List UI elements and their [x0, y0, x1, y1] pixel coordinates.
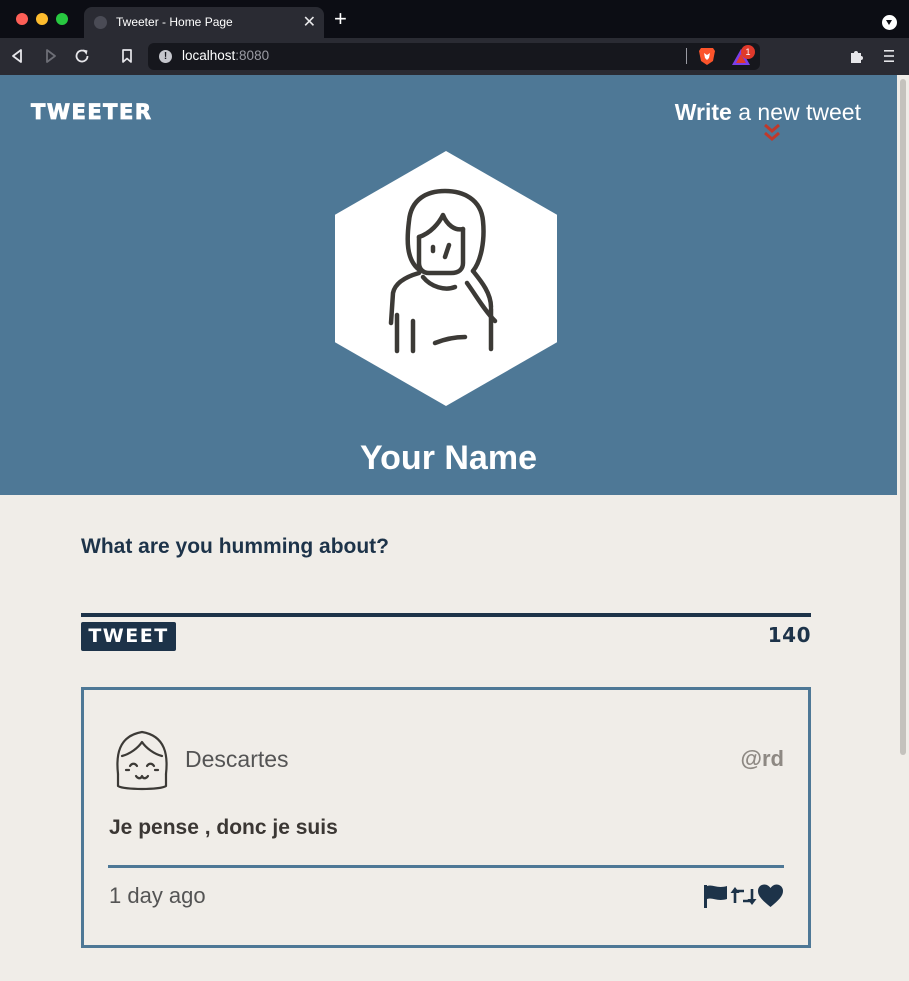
tweet-author-handle[interactable]: @rd: [741, 746, 784, 772]
compose-strong: Write: [674, 99, 732, 125]
tweet-divider: [108, 865, 784, 868]
compose-underline: [81, 613, 811, 617]
brave-shield-icon[interactable]: [698, 46, 716, 66]
tweet-card: Descartes @rd Je pense , donc je suis 1 …: [81, 687, 811, 948]
compose-rest: a new tweet: [731, 99, 861, 125]
hamburger-menu-icon[interactable]: [882, 48, 896, 64]
heart-icon[interactable]: [757, 883, 784, 909]
site-info-icon[interactable]: !: [159, 50, 172, 63]
double-chevron-down-icon[interactable]: [763, 123, 781, 143]
tweet-author-name[interactable]: Descartes: [185, 746, 289, 773]
maximize-window-button[interactable]: [56, 13, 68, 25]
profile-avatar: [335, 151, 557, 406]
flag-icon[interactable]: [703, 883, 730, 909]
tab-search-icon[interactable]: [882, 15, 897, 30]
tab-close-icon[interactable]: ✕: [303, 12, 316, 32]
url-text[interactable]: localhost:8080: [182, 48, 269, 63]
url-port: :8080: [235, 48, 270, 63]
profile-name: Your Name: [360, 439, 537, 477]
url-host: localhost: [182, 48, 236, 63]
puzzle-piece-icon[interactable]: [848, 47, 866, 65]
rewards-badge: 1: [741, 45, 755, 59]
tweet-author-avatar: [116, 730, 168, 791]
tweet-timestamp: 1 day ago: [109, 883, 206, 908]
reload-icon[interactable]: [72, 46, 92, 66]
address-bar[interactable]: ! localhost:8080 1: [148, 43, 760, 70]
tweet-actions: [703, 883, 784, 909]
compose-prompt[interactable]: What are you humming about?: [81, 535, 389, 559]
logo[interactable]: TWEETER: [31, 100, 153, 125]
globe-icon: [94, 16, 107, 29]
forward-icon[interactable]: [40, 46, 60, 66]
close-window-button[interactable]: [16, 13, 28, 25]
bookmark-icon[interactable]: [117, 46, 137, 66]
tweet-submit-button[interactable]: TWEET: [81, 622, 176, 651]
browser-tab[interactable]: Tweeter - Home Page ✕: [84, 7, 324, 38]
retweet-icon[interactable]: [730, 883, 757, 909]
write-new-tweet-link[interactable]: Write a new tweet: [675, 99, 861, 126]
back-icon[interactable]: [8, 46, 28, 66]
page-scrollbar[interactable]: [897, 75, 909, 981]
scrollbar-thumb[interactable]: [900, 79, 906, 755]
page-viewport: TWEETER Write a new tweet Your Name What…: [0, 75, 897, 981]
character-counter: 140: [767, 623, 811, 647]
url-divider: [686, 48, 687, 64]
minimize-window-button[interactable]: [36, 13, 48, 25]
tweet-text: Je pense , donc je suis: [109, 816, 338, 839]
new-tab-button[interactable]: +: [334, 8, 347, 30]
tab-title: Tweeter - Home Page: [116, 15, 233, 29]
browser-titlebar: Tweeter - Home Page ✕ +: [0, 0, 909, 38]
profile-header: TWEETER Write a new tweet Your Name: [0, 75, 897, 495]
browser-toolbar: ! localhost:8080 1: [0, 38, 909, 75]
